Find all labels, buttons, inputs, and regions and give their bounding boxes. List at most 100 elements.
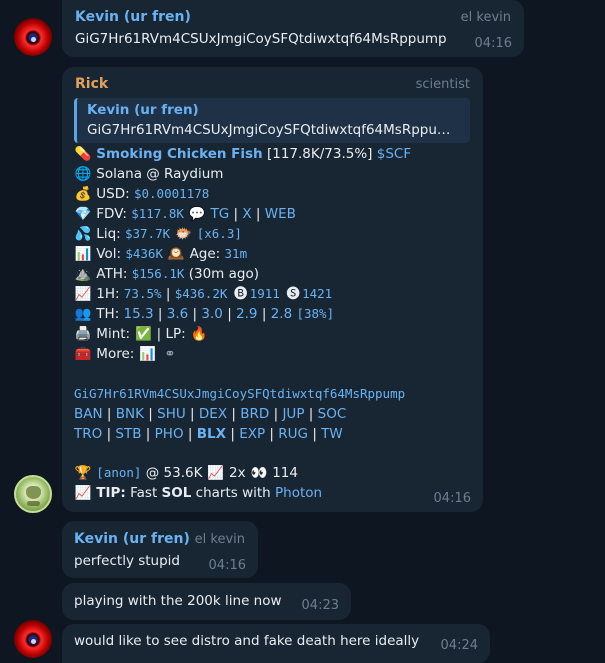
x-link[interactable]: X — [242, 206, 251, 222]
buys-icon: 🅑 — [233, 286, 248, 302]
link-ban[interactable]: BAN — [74, 406, 103, 422]
droplets-icon: 💦 — [74, 226, 92, 242]
more-row: 🧰 More: 📊 ⚭ — [74, 344, 179, 364]
message-bubble[interactable]: would like to see distro and fake death … — [62, 624, 490, 663]
kevin-avatar[interactable] — [14, 620, 52, 658]
link-brd[interactable]: BRD — [240, 406, 269, 422]
links-row-2: TRO | STB | PHO | BLX | EXP | RUG | TW — [74, 426, 343, 442]
message-time: 04:24 — [440, 638, 478, 653]
volume-row: 📊 Vol: $436K 🕰️ Age: 31m — [74, 244, 248, 264]
fire-icon: 🔥 — [190, 326, 208, 342]
rick-avatar[interactable] — [14, 475, 52, 513]
author-role: scientist — [415, 77, 470, 92]
link-jup[interactable]: JUP — [282, 406, 304, 422]
mint-row: 🖨️ Mint: ✅ | LP: 🔥 — [74, 324, 208, 344]
vol-value[interactable]: $436K — [125, 246, 163, 261]
th-value[interactable]: 3.6 — [167, 306, 188, 322]
caller-mc: @ 53.6K — [141, 465, 207, 481]
message-text: playing with the 200k line now — [74, 593, 282, 609]
chart-increasing-icon: 📈 — [74, 485, 92, 501]
tip-row: 📈 TIP: Fast SOL charts with Photon — [74, 483, 323, 503]
tip-text: Fast — [125, 485, 162, 501]
link-blx[interactable]: BLX — [197, 426, 226, 442]
bar-chart-icon: 📊 — [74, 246, 92, 262]
contract-address[interactable]: GiG7Hr61RVm4CSUxJmgiCoySFQtdiwxtqf64MsRp… — [74, 384, 405, 404]
tip-text: charts with — [191, 485, 276, 501]
link-soc[interactable]: SOC — [318, 406, 347, 422]
usd-value[interactable]: $0.0001178 — [134, 186, 209, 201]
message-bubble[interactable]: Kevin (ur fren) el kevin perfectly stupi… — [62, 521, 258, 578]
link-tw[interactable]: TW — [321, 426, 343, 442]
token-title-row: 💊 Smoking Chicken Fish [117.8K/73.5%] $S… — [74, 144, 412, 164]
message-bubble[interactable]: Rick scientist Kevin (ur fren) GiG7Hr61R… — [62, 67, 483, 512]
links-row-1: BAN | BNK | SHU | DEX | BRD | JUP | SOC — [74, 406, 347, 422]
th-value[interactable]: 3.0 — [201, 306, 222, 322]
people-icon: 👥 — [74, 306, 92, 322]
bar-chart-link-icon[interactable]: 📊 — [139, 344, 157, 364]
top-holders-row: 👥 TH: 15.3 | 3.6 | 3.0 | 2.9 | 2.8 [38%] — [74, 306, 335, 322]
message-text: would like to see distro and fake death … — [74, 633, 420, 649]
usd-row: 💰 USD: $0.0001178 — [74, 184, 210, 204]
author-role: el kevin — [194, 532, 245, 547]
reply-quote[interactable]: Kevin (ur fren) GiG7Hr61RVm4CSUxJmgiCoyS… — [74, 98, 470, 143]
speech-bubble-icon: 💬 — [188, 206, 206, 222]
link-rug[interactable]: RUG — [278, 426, 308, 442]
link-stb[interactable]: STB — [115, 426, 141, 442]
message-bubble[interactable]: playing with the 200k line now 04:23 — [62, 583, 351, 620]
th-value[interactable]: 2.9 — [236, 306, 257, 322]
author-role: el kevin — [460, 10, 511, 25]
h1-vol: $436.2K — [174, 286, 228, 301]
th-value[interactable]: 2.8 — [271, 306, 292, 322]
age-value: 31m — [224, 246, 248, 261]
toolbox-icon: 🧰 — [74, 346, 92, 362]
liq-row: 💦 Liq: $37.7K 🐡 [x6.3] — [74, 224, 242, 244]
fdv-row: 💎 FDV: $117.8K 💬 TG | X | WEB — [74, 206, 296, 222]
ticker-link[interactable]: $SCF — [377, 146, 411, 162]
age-label: Age: — [185, 246, 225, 262]
link-tro[interactable]: TRO — [74, 426, 102, 442]
message-bubble[interactable]: Kevin (ur fren) el kevin GiG7Hr61RVm4CSU… — [62, 0, 524, 57]
caller-link[interactable]: [anon] — [96, 465, 141, 480]
token-name-link[interactable]: Smoking Chicken Fish — [96, 146, 262, 162]
link-shu[interactable]: SHU — [157, 406, 186, 422]
more-label: More: — [96, 346, 139, 362]
tip-sol: SOL — [161, 485, 192, 501]
photon-link[interactable]: Photon — [275, 485, 322, 501]
kevin-avatar[interactable] — [14, 18, 52, 56]
fdv-label: FDV: — [96, 206, 132, 222]
author-name[interactable]: Rick — [75, 76, 108, 92]
globe-icon: 🌐 — [74, 166, 92, 182]
link-exp[interactable]: EXP — [239, 426, 265, 442]
message-time: 04:16 — [208, 558, 246, 573]
ath-value[interactable]: $156.1K — [132, 266, 185, 281]
liq-value[interactable]: $37.7K — [125, 226, 170, 241]
th-label: TH: — [96, 306, 124, 322]
reply-author: Kevin (ur fren) — [87, 102, 199, 118]
link-bnk[interactable]: BNK — [116, 406, 144, 422]
web-link[interactable]: WEB — [265, 206, 296, 222]
th-value[interactable]: 15.3 — [124, 306, 154, 322]
clock-icon: 🕰️ — [167, 246, 185, 262]
pill-icon: 💊 — [74, 146, 92, 162]
fdv-value[interactable]: $117.8K — [131, 206, 184, 221]
message-text: perfectly stupid — [74, 553, 181, 569]
h1-sells: 1421 — [302, 286, 333, 301]
ath-row: ⛰️ ATH: $156.1K (30m ago) — [74, 264, 259, 284]
author-name[interactable]: Kevin (ur fren) — [75, 9, 191, 25]
h1-pct: 73.5% — [123, 286, 162, 301]
money-bag-icon: 💰 — [74, 186, 92, 202]
chain-row: 🌐 Solana @ Raydium — [74, 164, 224, 184]
vol-label: Vol: — [96, 246, 126, 262]
mountain-icon: ⛰️ — [74, 266, 92, 282]
bubbles-link-icon[interactable]: ⚭ — [161, 344, 179, 364]
tip-label: TIP: — [96, 485, 126, 501]
tg-link[interactable]: TG — [210, 206, 229, 222]
chart-increasing-icon: 📈 — [74, 286, 92, 302]
author-name[interactable]: Kevin (ur fren) — [74, 531, 190, 547]
lp-label: | LP: — [152, 326, 191, 342]
link-pho[interactable]: PHO — [155, 426, 184, 442]
link-dex[interactable]: DEX — [199, 406, 227, 422]
token-stats: [117.8K/73.5%] — [262, 146, 377, 162]
message-time: 04:16 — [474, 36, 512, 51]
message-time: 04:16 — [433, 491, 471, 506]
